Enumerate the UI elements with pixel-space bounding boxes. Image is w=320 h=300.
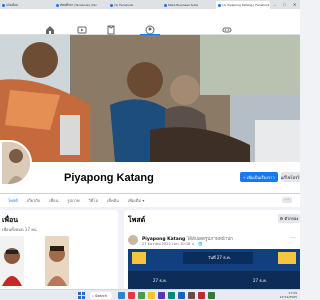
friend-thumbnail[interactable] <box>0 236 24 286</box>
clock-date: 27/12/2565 <box>279 295 297 299</box>
screen: แจ้งเตือน ทัศนศึกษา (facebook) (fac (1) … <box>0 0 300 300</box>
close-icon[interactable]: ✕ <box>293 2 296 7</box>
app-icon[interactable] <box>188 292 195 299</box>
more-options-button[interactable]: ··· <box>282 197 292 203</box>
post-author-avatar[interactable] <box>128 235 138 245</box>
posts-title: โพสต์ <box>128 216 146 224</box>
browser-tab[interactable]: (1) Facebook <box>108 1 162 9</box>
friend-photo <box>45 236 69 286</box>
gaming-icon[interactable] <box>222 25 232 35</box>
profile-tabs: โพสต์ เกี่ยวกับ เพื่อน รูปภาพ วิดีโอ เช็… <box>0 193 300 206</box>
window-controls: – □ ✕ <box>270 0 300 9</box>
windows-taskbar: ⌕ Search 17:29 27/12/2565 <box>0 289 300 300</box>
app-icon[interactable] <box>178 292 185 299</box>
cover-photo-image <box>0 35 300 162</box>
tab-photos[interactable]: รูปภาพ <box>67 197 79 204</box>
filter-button[interactable]: ⚙ ตัวกรอง <box>278 214 300 223</box>
app-icon[interactable] <box>128 292 135 299</box>
friend-thumbnail[interactable] <box>45 236 69 286</box>
add-story-button[interactable]: + เพิ่มเป็นเรื่องราว <box>240 172 278 182</box>
tab-about[interactable]: เกี่ยวกับ <box>27 197 40 204</box>
search-icon: ⌕ <box>92 293 94 298</box>
friends-title[interactable]: เพื่อน <box>2 215 18 226</box>
windows-start-icon[interactable] <box>78 292 85 299</box>
tab-title: ทัศนศึกษา (facebook) (fac <box>60 3 97 7</box>
favicon-icon <box>2 3 5 7</box>
facebook-top-nav <box>0 9 300 36</box>
edit-profile-button[interactable]: ✎ แก้ไขโปรไฟล์ <box>281 172 300 182</box>
browser-tab-strip: แจ้งเตือน ทัศนศึกษา (facebook) (fac (1) … <box>0 0 300 9</box>
clock[interactable]: 17:29 27/12/2565 <box>280 291 297 299</box>
media-title-text: วันที่ 27 ธ.ค. <box>208 255 231 260</box>
profile-name: Piyapong Katang <box>64 172 154 184</box>
maximize-icon[interactable]: □ <box>283 2 285 7</box>
favicon-icon <box>56 3 59 7</box>
minimize-icon[interactable]: – <box>274 2 276 7</box>
tab-friends[interactable]: เพื่อน <box>49 197 58 204</box>
favicon-icon <box>218 3 221 7</box>
browser-tab-active[interactable]: (1) Piyapong Katang | Facebook <box>216 1 270 9</box>
home-icon[interactable] <box>45 25 55 35</box>
post-more-icon[interactable]: ··· <box>290 235 296 241</box>
friend-photo <box>0 236 24 286</box>
app-icon[interactable] <box>168 292 175 299</box>
app-icon[interactable] <box>158 292 165 299</box>
tab-title: (1) Facebook <box>114 3 134 7</box>
favicon-icon <box>110 3 113 7</box>
video-icon[interactable] <box>77 25 87 35</box>
app-icon[interactable] <box>198 292 205 299</box>
tab-posts[interactable]: โพสต์ <box>8 197 18 204</box>
media-date-text: 27 ธ.ค. <box>253 278 268 283</box>
browser-tab[interactable]: แจ้งเตือน <box>0 1 54 9</box>
marketplace-icon[interactable] <box>106 25 116 35</box>
file-explorer-icon[interactable] <box>118 292 125 299</box>
tab-title: (1) Piyapong Katang | Facebook <box>222 3 270 7</box>
post-media[interactable]: วันที่ 27 ธ.ค. 27 ธ.ค. 27 ธ.ค. <box>128 249 300 290</box>
tab-more[interactable]: เพิ่มเติม ▾ <box>128 197 145 204</box>
tab-title: แจ้งเตือน <box>6 3 18 7</box>
browser-tab[interactable]: Meta Business Suite <box>162 1 216 9</box>
tab-title: Meta Business Suite <box>168 3 199 7</box>
tab-checkins[interactable]: เช็คอิน <box>107 197 119 204</box>
line-icon[interactable] <box>208 292 215 299</box>
tab-videos[interactable]: วิดีโอ <box>89 197 98 204</box>
chrome-icon[interactable] <box>148 292 155 299</box>
media-date-text: 27 ธ.ค. <box>153 278 168 283</box>
search-label: Search <box>94 293 107 298</box>
friends-count: เพื่อนทั้งหมด 17 คน <box>2 227 37 232</box>
app-icon[interactable] <box>138 292 145 299</box>
browser-tab[interactable]: ทัศนศึกษา (facebook) (fac <box>54 1 108 9</box>
taskbar-search[interactable]: ⌕ Search <box>90 292 112 299</box>
post-timestamp[interactable]: 27 ธันวาคม 2022 เวลา 10:18 น. · 🌐 <box>142 241 203 247</box>
cover-photo[interactable] <box>0 35 300 162</box>
favicon-icon <box>164 3 167 7</box>
